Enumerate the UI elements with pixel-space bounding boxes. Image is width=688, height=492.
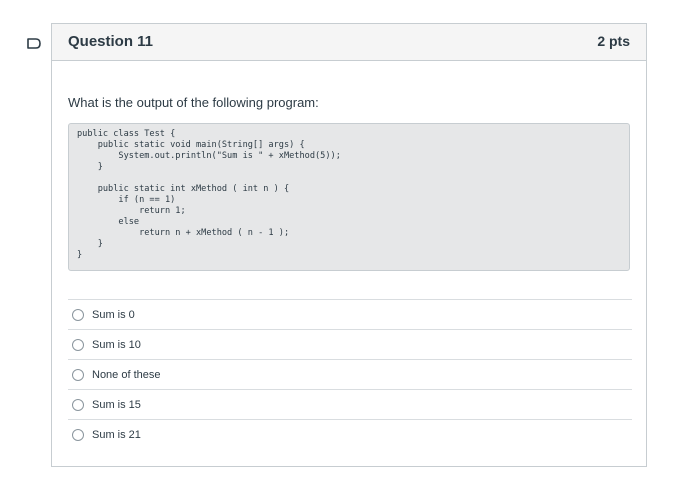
flag-question-icon[interactable] <box>27 36 42 49</box>
question-text: What is the output of the following prog… <box>68 95 319 110</box>
answer-option-1[interactable]: Sum is 0 <box>68 299 632 329</box>
answer-label: Sum is 10 <box>92 338 141 351</box>
radio-unchecked-icon[interactable] <box>72 428 84 441</box>
question-title: Question 11 <box>68 33 154 50</box>
answer-option-2[interactable]: Sum is 10 <box>68 329 632 359</box>
answer-label: Sum is 15 <box>92 398 141 411</box>
radio-unchecked-icon[interactable] <box>72 338 84 351</box>
answer-option-4[interactable]: Sum is 15 <box>68 389 632 419</box>
answer-option-3[interactable]: None of these <box>68 359 632 389</box>
question-card: Question 11 2 pts What is the output of … <box>51 23 647 467</box>
answer-option-5[interactable]: Sum is 21 <box>68 419 632 449</box>
code-block: public class Test { public static void m… <box>68 123 630 271</box>
radio-unchecked-icon[interactable] <box>72 368 84 381</box>
answer-list: Sum is 0 Sum is 10 None of these Sum is … <box>68 299 632 449</box>
code-text: public class Test { public static void m… <box>77 129 341 260</box>
question-points: 2 pts <box>597 33 630 49</box>
radio-unchecked-icon[interactable] <box>72 308 84 321</box>
answer-label: Sum is 0 <box>92 308 135 321</box>
question-header: Question 11 2 pts <box>52 24 646 61</box>
answer-label: Sum is 21 <box>92 428 141 441</box>
answer-label: None of these <box>92 368 161 381</box>
radio-unchecked-icon[interactable] <box>72 398 84 411</box>
